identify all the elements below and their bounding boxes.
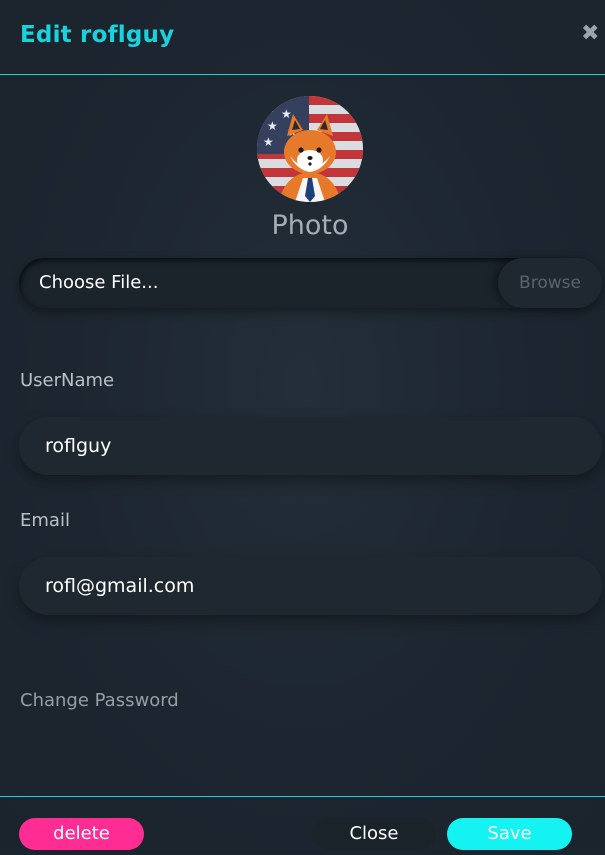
modal-title: Edit roflguy — [20, 22, 175, 48]
avatar: ★ ★ ★ ★ ★ — [257, 96, 363, 202]
modal-footer: delete Close Save — [0, 796, 605, 855]
save-button[interactable]: Save — [447, 818, 572, 850]
fox-avatar-icon: ★ ★ ★ ★ ★ — [257, 96, 363, 202]
username-field[interactable]: roflguy — [19, 417, 602, 475]
email-field[interactable]: rofl@gmail.com — [19, 557, 602, 615]
close-icon[interactable]: ✖ — [581, 22, 599, 46]
file-chooser-label: Choose File... — [39, 272, 159, 293]
username-label: UserName — [20, 370, 115, 391]
username-value: roflguy — [45, 435, 112, 457]
modal-header: Edit roflguy ✖ — [0, 0, 605, 75]
svg-text:★: ★ — [267, 119, 278, 133]
file-chooser[interactable]: Choose File... Browse — [19, 258, 602, 308]
close-button[interactable]: Close — [312, 818, 436, 850]
svg-text:★: ★ — [265, 101, 276, 115]
svg-text:★: ★ — [263, 135, 274, 149]
change-password-link[interactable]: Change Password — [20, 690, 179, 711]
svg-text:★: ★ — [281, 107, 292, 121]
edit-user-modal: Edit roflguy ✖ ★ ★ ★ ★ ★ — [0, 0, 605, 854]
delete-button[interactable]: delete — [19, 818, 144, 850]
email-label: Email — [20, 510, 70, 531]
photo-label: Photo — [271, 210, 349, 241]
browse-button[interactable]: Browse — [498, 258, 602, 308]
email-value: rofl@gmail.com — [45, 575, 195, 597]
